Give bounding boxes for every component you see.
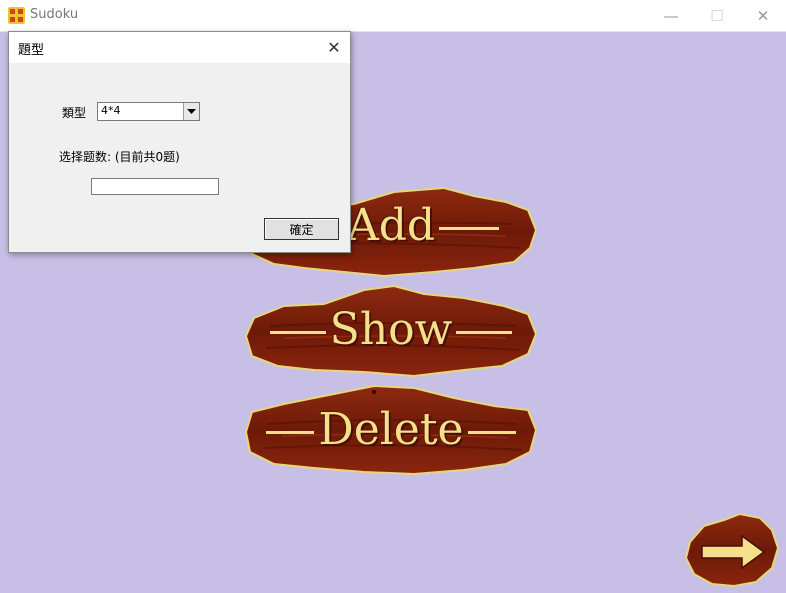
arrow-right-icon xyxy=(684,512,780,588)
window-title: Sudoku xyxy=(30,7,79,22)
type-select[interactable]: 4*4 xyxy=(97,102,200,121)
question-type-dialog: 題型 ✕ 類型 4*4 选择题数: (目前共0题) 確定 xyxy=(8,31,351,253)
delete-sign-button[interactable]: Delete xyxy=(244,382,538,478)
dialog-close-button[interactable]: ✕ xyxy=(321,35,347,59)
delete-sign-label: Delete xyxy=(244,404,538,455)
type-select-dropdown-button[interactable] xyxy=(183,103,199,120)
title-bar: Sudoku — ☐ ✕ xyxy=(0,0,786,32)
show-sign-button[interactable]: Show xyxy=(244,284,538,380)
maximize-button[interactable]: ☐ xyxy=(694,0,740,31)
type-select-value: 4*4 xyxy=(101,104,121,117)
sudoku-app-icon xyxy=(8,7,25,24)
question-count-input[interactable] xyxy=(91,178,219,195)
close-button[interactable]: ✕ xyxy=(740,0,786,31)
next-arrow-button[interactable] xyxy=(684,512,780,588)
dialog-title: 題型 xyxy=(18,43,45,58)
ok-button[interactable]: 確定 xyxy=(264,218,339,240)
count-label: 选择题数: (目前共0题) xyxy=(59,150,180,164)
type-label: 類型 xyxy=(62,106,87,120)
minimize-button[interactable]: — xyxy=(648,0,694,31)
sudoku-main-window: Sudoku — ☐ ✕ Add Show Delete 題型 ✕ 類型 4*4… xyxy=(0,0,786,593)
show-sign-label: Show xyxy=(244,304,538,355)
chevron-down-icon xyxy=(187,108,196,114)
dialog-title-bar: 題型 ✕ xyxy=(9,32,350,63)
